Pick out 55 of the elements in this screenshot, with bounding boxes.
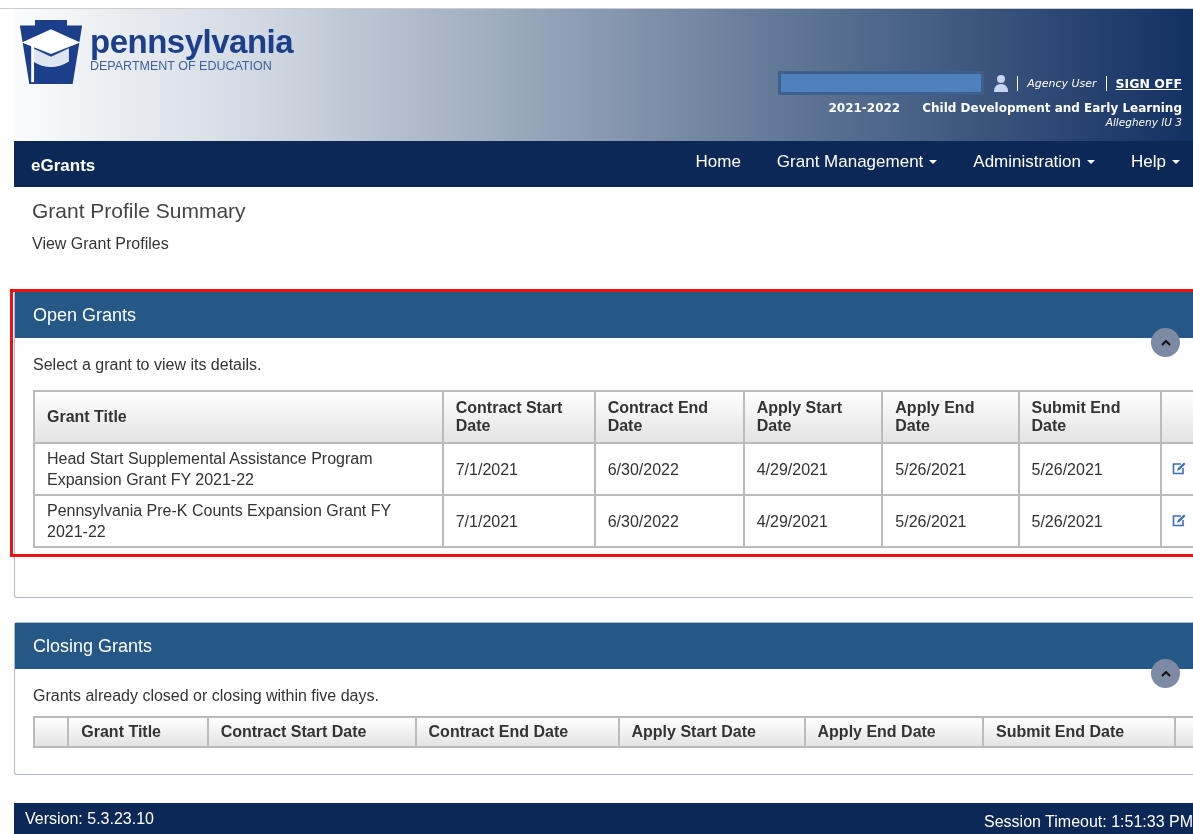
logo-subtitle: DEPARTMENT OF EDUCATION — [90, 59, 272, 73]
brand-label: eGrants — [31, 156, 96, 176]
caret-icon — [1172, 160, 1180, 164]
table-cell: 5/26/2021 — [1018, 443, 1162, 495]
column-header: Contract End Date — [594, 391, 744, 443]
sign-off-link[interactable]: SIGN OFF — [1115, 75, 1182, 91]
nav-menu-item[interactable]: Home — [695, 152, 741, 172]
table-cell: 7/1/2021 — [442, 443, 595, 495]
column-header: Apply End Date — [804, 717, 984, 747]
caret-icon — [1087, 160, 1096, 164]
table-cell: 5/26/2021 — [882, 443, 1019, 495]
edit-icon[interactable] — [1172, 513, 1187, 527]
user-role: Agency User — [1027, 76, 1097, 90]
version-text: Version: 5.3.23.10 — [25, 809, 154, 828]
page-title: Grant Profile Summary — [32, 199, 247, 223]
session-timeout: Session Timeout: 1:51:33 PM — [984, 812, 1193, 831]
column-header — [1161, 391, 1193, 443]
column-header: Apply Start Date — [743, 391, 883, 443]
view-profiles-link[interactable]: View Grant Profiles — [32, 235, 169, 253]
edit-icon[interactable] — [1172, 461, 1187, 475]
table-cell: 5/26/2021 — [1018, 495, 1162, 547]
caret-icon — [929, 160, 938, 164]
table-cell: 6/30/2022 — [594, 443, 744, 495]
table-cell: Head Start Supplemental Assistance Program Expansion Grant FY 2021-22 — [34, 443, 443, 495]
table-cell: 4/29/2021 — [743, 443, 883, 495]
column-header: Grant Title — [34, 391, 443, 443]
column-header: Contract Start Date — [207, 717, 416, 747]
nav-menu-item[interactable]: Administration — [973, 152, 1096, 172]
user-icon — [994, 74, 1009, 92]
column-header: Grant Title — [68, 717, 208, 747]
nav-menu-item[interactable]: Help — [1131, 152, 1180, 172]
panel-title: Closing Grants — [33, 635, 153, 657]
instructions-text: Select a grant to view its details. — [33, 356, 263, 374]
column-header: Contract Start Date — [442, 391, 595, 443]
column-header: Apply Start Date — [618, 717, 805, 747]
instructions-text: Grants already closed or closing within five days. — [33, 687, 380, 705]
office-name: Child Development and Early Learning — [922, 101, 1182, 115]
panel-title: Open Grants — [33, 304, 137, 326]
column-header: Submit End Date — [1018, 391, 1162, 443]
column-header: Apply End Date — [882, 391, 1019, 443]
column-header: Contract End Date — [415, 717, 619, 747]
fiscal-year: 2021-2022 — [828, 101, 901, 115]
logo-name: pennsylvania — [90, 25, 294, 59]
chevron-icon — [1160, 339, 1171, 346]
table-cell: 4/29/2021 — [743, 495, 883, 547]
chevron-icon — [1160, 670, 1171, 677]
agency-name: Allegheny IU 3 — [1105, 116, 1182, 128]
table-cell: 6/30/2022 — [594, 495, 744, 547]
table-cell: Pennsylvania Pre-K Counts Expansion Grant FY 2021-22 — [34, 495, 443, 547]
table-cell: 7/1/2021 — [442, 495, 595, 547]
nav-menu-item[interactable]: Grant Management — [776, 152, 938, 172]
keystone-cap-icon — [18, 19, 84, 85]
column-header — [34, 717, 69, 747]
column-header: Submit End Date — [983, 717, 1175, 747]
table-cell: 5/26/2021 — [882, 495, 1019, 547]
